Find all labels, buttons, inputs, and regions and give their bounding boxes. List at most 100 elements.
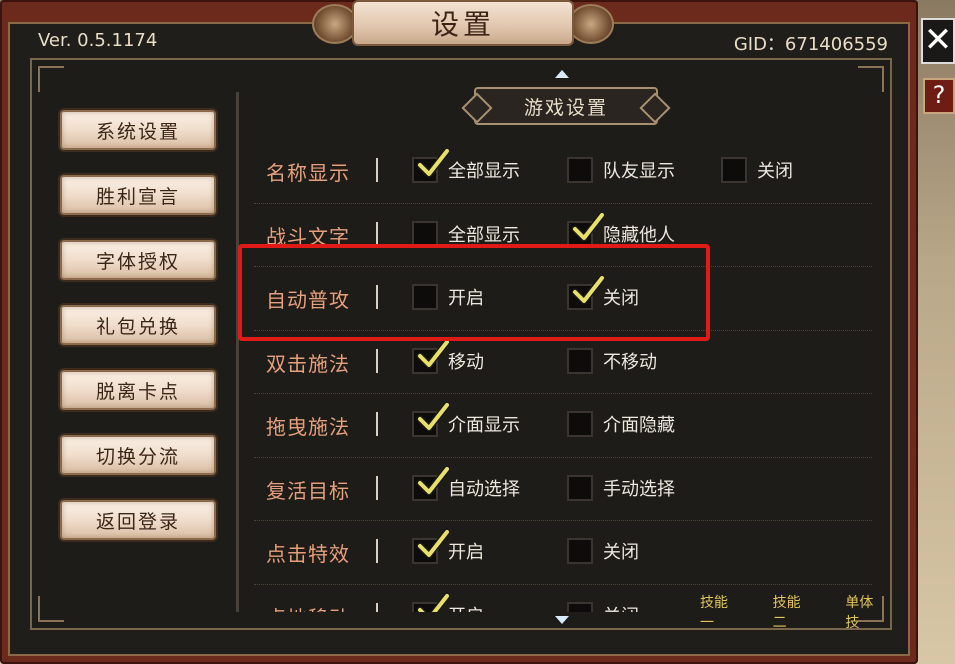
help-icon[interactable]: ? [923,78,955,114]
checkbox[interactable] [567,474,593,501]
setting-separator [376,602,378,612]
sidebar-item-system-settings[interactable]: 系统设置 [60,110,216,150]
setting-option[interactable]: 关闭 [567,538,639,564]
checkbox[interactable] [567,274,605,310]
checkbox[interactable] [567,411,593,437]
option-label: 隐藏他人 [603,224,675,246]
option-label: 全部显示 [448,224,520,246]
setting-option[interactable]: 全部显示 [412,220,520,247]
scroll-down-arrow-icon[interactable] [555,616,569,624]
setting-option[interactable]: 关闭 [721,157,793,183]
skill-label-2: 技能二 [772,595,801,631]
sidebar-item-return-login[interactable]: 返回登录 [60,500,216,540]
setting-row: 复活目标 自动选择 手动选择 [254,458,872,521]
setting-option[interactable]: 队友显示 [567,157,675,183]
frame-corner-ornament [38,66,64,92]
setting-option[interactable]: 开启 [412,284,484,310]
setting-separator [376,412,378,436]
checkbox[interactable] [567,157,593,183]
option-label: 手动选择 [603,478,675,500]
setting-label: 点地移动 [266,602,350,613]
checkbox[interactable] [412,338,450,374]
option-label: 全部显示 [448,161,520,182]
sidebar-item-unstuck[interactable]: 脱离卡点 [60,370,216,410]
option-label: 开启 [448,542,484,563]
checkbox[interactable] [412,147,450,183]
setting-separator [376,285,378,309]
checkbox[interactable] [721,157,747,183]
setting-label: 拖曳施法 [266,415,350,439]
setting-row: 战斗文字 全部显示 隐藏他人 [254,204,872,267]
setting-separator [376,539,378,563]
setting-separator [376,348,378,373]
sidebar-item-font-license[interactable]: 字体授权 [60,240,216,280]
setting-row: 双击施法 移动 不移动 [254,331,872,394]
checkbox[interactable] [412,401,450,437]
setting-row: 自动普攻 开启 关闭 [254,267,872,331]
setting-option[interactable]: 移动 [412,338,484,374]
setting-option[interactable]: 关闭 [567,274,639,310]
setting-option[interactable]: 开启 [412,592,484,613]
setting-option[interactable]: 开启 [412,528,484,564]
checkbox[interactable] [412,220,438,247]
checkbox[interactable] [567,211,605,247]
checkmark-icon [416,592,450,612]
setting-option[interactable]: 关闭 [567,601,639,613]
setting-option[interactable]: 手动选择 [567,474,675,501]
sidebar-item-switch-server[interactable]: 切换分流 [60,435,216,475]
skill-label-1: 技能一 [700,595,728,631]
option-label: 介面显示 [448,415,520,436]
checkmark-icon [416,528,450,559]
setting-option[interactable]: 自动选择 [412,465,520,501]
option-label: 关闭 [603,288,639,309]
option-label: 开启 [448,288,484,309]
checkbox[interactable] [567,538,593,564]
setting-label: 战斗文字 [266,224,350,249]
setting-option[interactable]: 介面隐藏 [567,411,675,437]
sidebar: 系统设置 胜利宣言 字体授权 礼包兑换 脱离卡点 切换分流 返回登录 [60,110,216,565]
option-label: 队友显示 [603,161,675,182]
title-ornament-right-icon [568,4,614,44]
gid-label: GID：671406559 [733,34,888,55]
skill-labels: 技能一 技能二 单体技 [700,592,918,632]
option-label: 关闭 [757,161,793,182]
frame-corner-ornament [38,596,64,622]
setting-option[interactable]: 隐藏他人 [567,211,675,247]
checkbox[interactable] [567,347,593,374]
setting-label: 双击施法 [266,351,350,376]
setting-row: 拖曳施法 介面显示 介面隐藏 [254,394,872,458]
settings-dialog: 设置 Ver. 0.5.1174 GID：671406559 系统设置 胜利宣言… [0,0,918,664]
setting-label: 自动普攻 [266,288,350,312]
checkbox[interactable] [412,465,450,501]
checkmark-icon [571,274,605,305]
version-label: Ver. 0.5.1174 [38,30,158,51]
checkmark-icon [416,465,450,495]
sidebar-item-gift-redeem[interactable]: 礼包兑换 [60,305,216,345]
checkbox[interactable] [412,284,438,310]
setting-separator [376,158,378,182]
dialog-title: 设置 [352,0,574,46]
close-icon[interactable]: ✕ [921,18,955,64]
scroll-up-arrow-icon[interactable] [555,70,569,78]
skill-label-3: 单体技 [845,595,874,631]
option-label: 关闭 [603,602,639,613]
checkbox[interactable] [567,601,593,612]
checkmark-icon [571,211,605,241]
checkbox[interactable] [412,592,450,612]
section-title: 游戏设置 [474,87,658,125]
checkmark-icon [416,401,450,432]
setting-option[interactable]: 全部显示 [412,147,520,183]
option-label: 开启 [448,602,484,613]
checkbox[interactable] [412,528,450,564]
sidebar-divider [236,92,239,612]
setting-label: 名称显示 [266,161,350,185]
option-label: 移动 [448,351,484,373]
setting-label: 复活目标 [266,478,350,503]
setting-option[interactable]: 不移动 [567,347,657,374]
sidebar-item-victory-declaration[interactable]: 胜利宣言 [60,175,216,215]
setting-option[interactable]: 介面显示 [412,401,520,437]
setting-label: 点击特效 [266,542,350,566]
option-label: 介面隐藏 [603,415,675,436]
settings-list: 名称显示 全部显示 队友显示 关闭 战斗文字 全部显示 隐藏他人 自动普攻 开启 关闭 双击施法 移动… [254,140,872,612]
setting-separator [376,475,378,500]
